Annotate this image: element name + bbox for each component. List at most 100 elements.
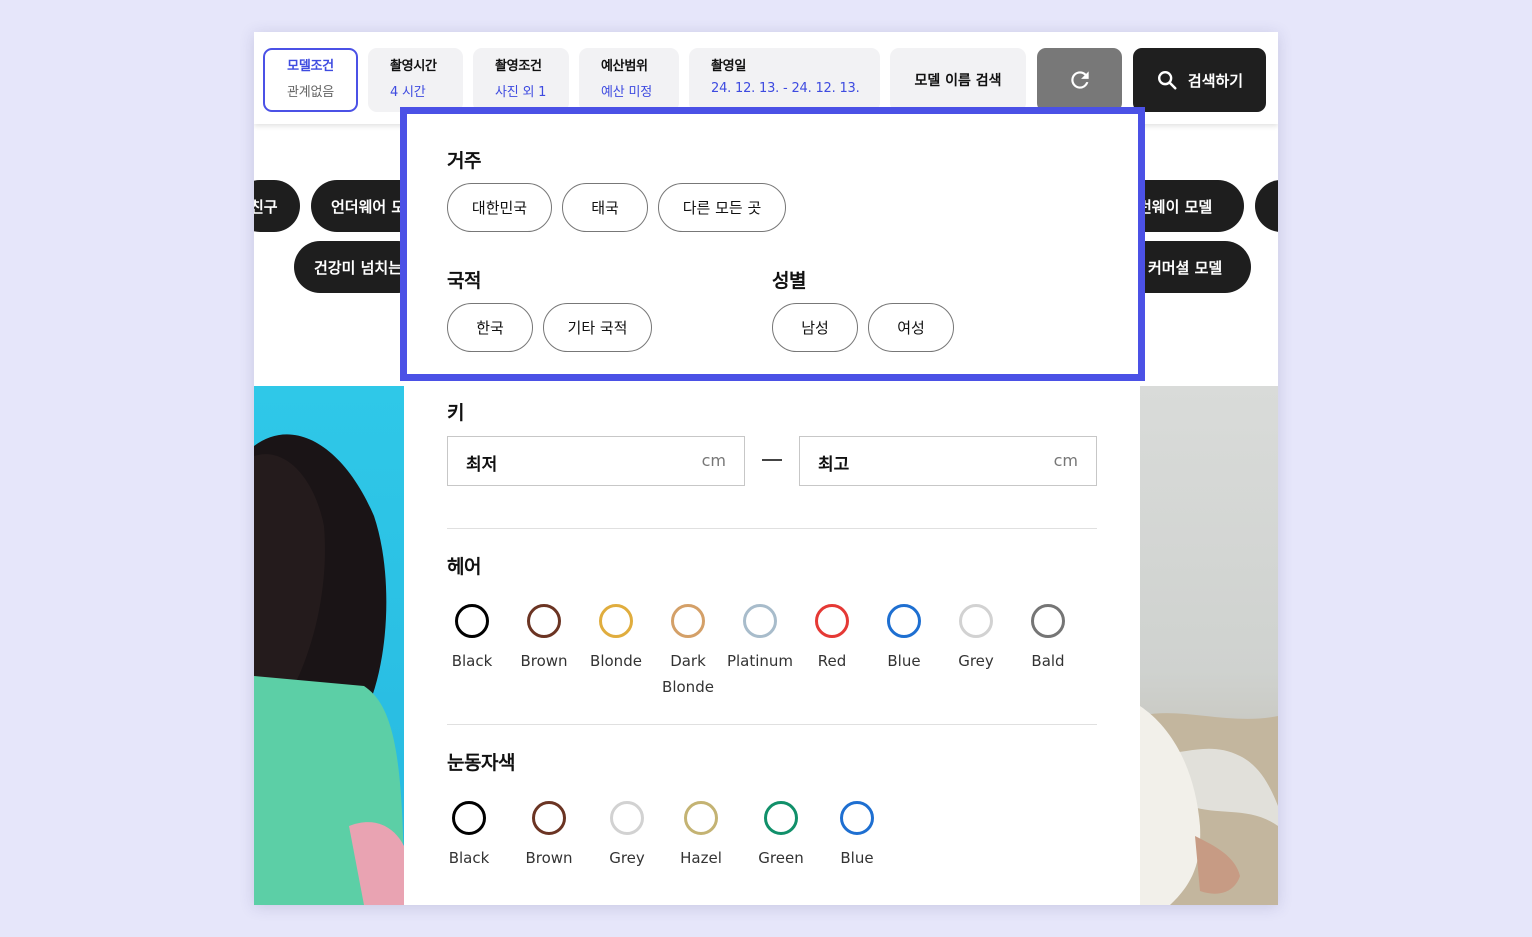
app-frame: 모델조건 관계없음 촬영시간 4 시간 촬영조건 사진 외 1 예산범위 예산 … [254,32,1278,905]
filter-chip-shoot-date[interactable]: 촬영일 24. 12. 13. - 24. 12. 13. [689,48,880,112]
color-swatch-platinum[interactable]: Platinum [720,604,800,674]
option-korea-residence[interactable]: 대한민국 [447,183,552,232]
pill-label: 언더웨어 모 [331,197,406,216]
chip-value: 예산 미정 [601,85,652,100]
color-ring [959,604,993,638]
color-swatch-blue[interactable]: Blue [817,801,897,871]
category-pill[interactable] [1255,180,1278,232]
color-ring [764,801,798,835]
option-korean[interactable]: 한국 [447,303,533,352]
color-name: Dark Blonde [662,652,714,696]
model-photo[interactable] [1140,386,1278,905]
option-thailand[interactable]: 태국 [562,183,648,232]
color-name: Blonde [590,652,642,670]
color-ring [599,604,633,638]
color-swatch-bald[interactable]: Bald [1008,604,1088,674]
nationality-title: 국적 [447,270,481,292]
range-dash [762,459,782,461]
color-ring [527,604,561,638]
color-name: Blue [887,652,921,670]
color-name: Grey [958,652,994,670]
color-swatch-black[interactable]: Black [432,604,512,674]
model-condition-panel: 거주 대한민국 태국 다른 모든 곳 국적 한국 기타 국적 성별 남성 여성 … [404,108,1140,905]
color-ring [452,801,486,835]
color-name: Black [448,849,490,867]
color-name: Brown [520,652,568,670]
residence-title: 거주 [447,150,481,172]
category-pill[interactable]: 친구 [254,180,300,232]
color-ring [1031,604,1065,638]
color-swatch-red[interactable]: Red [792,604,872,674]
model-photo[interactable] [254,386,404,905]
chip-label: 예산범위 [601,59,648,74]
pill-label: 런웨이 모델 [1138,197,1213,216]
model-photo-illustration [254,434,404,905]
color-swatch-black[interactable]: Black [429,801,509,871]
color-ring [532,801,566,835]
chip-label: 모델조건 [287,59,334,74]
color-swatch-blonde[interactable]: Blonde [576,604,656,674]
color-swatch-grey[interactable]: Grey [936,604,1016,674]
height-min-unit: cm [701,451,726,470]
hair-title: 헤어 [447,556,481,578]
model-name-search[interactable]: 모델 이름 검색 [890,48,1026,112]
chip-label: 촬영조건 [495,59,542,74]
chip-label: 촬영시간 [390,59,437,74]
color-ring [610,801,644,835]
color-name: Grey [609,849,645,867]
color-ring [815,604,849,638]
chip-label: 촬영일 [711,59,746,74]
color-ring [743,604,777,638]
option-elsewhere[interactable]: 다른 모든 곳 [658,183,786,232]
section-divider [447,528,1097,529]
color-ring [684,801,718,835]
color-name: Green [758,849,804,867]
height-max-placeholder: 최고 [818,455,850,475]
color-swatch-grey[interactable]: Grey [587,801,667,871]
search-button[interactable]: 검색하기 [1133,48,1266,112]
chip-value: 24. 12. 13. - 24. 12. 13. [711,81,860,96]
color-name: Hazel [680,849,722,867]
height-min-field[interactable]: 최저 cm [447,436,745,486]
gender-title: 성별 [772,270,806,292]
filter-chip-shoot-time[interactable]: 촬영시간 4 시간 [368,48,463,112]
chip-value: 관계없음 [286,85,335,100]
color-name: Black [451,652,493,670]
filter-chip-model-condition[interactable]: 모델조건 관계없음 [263,48,358,112]
color-swatch-brown[interactable]: Brown [504,604,584,674]
color-name: Bald [1031,652,1065,670]
filter-chip-budget[interactable]: 예산범위 예산 미정 [579,48,679,112]
pill-label: 건강미 넘치는 [314,258,403,277]
color-name: Platinum [726,652,794,670]
height-min-placeholder: 최저 [466,455,498,475]
color-swatch-brown[interactable]: Brown [509,801,589,871]
color-swatch-hazel[interactable]: Hazel [661,801,741,871]
search-icon [1157,71,1177,90]
option-male[interactable]: 남성 [772,303,858,352]
refresh-icon [1070,71,1089,89]
reset-button[interactable] [1037,48,1122,112]
color-name: Blue [840,849,874,867]
height-max-field[interactable]: 최고 cm [799,436,1097,486]
color-name: Red [817,652,847,670]
color-name: Brown [525,849,573,867]
eye-title: 눈동자색 [447,752,515,774]
filter-chip-shoot-condition[interactable]: 촬영조건 사진 외 1 [473,48,569,112]
height-max-unit: cm [1053,451,1078,470]
chip-value: 사진 외 1 [495,85,547,100]
search-button-label: 검색하기 [1187,71,1244,90]
option-other-nationality[interactable]: 기타 국적 [543,303,652,352]
height-title: 키 [447,402,464,424]
color-swatch-blue[interactable]: Blue [864,604,944,674]
color-swatch-green[interactable]: Green [741,801,821,871]
color-ring [671,604,705,638]
chip-value: 4 시간 [390,85,426,100]
color-swatch-dark-blonde[interactable]: Dark Blonde [648,604,728,700]
option-female[interactable]: 여성 [868,303,954,352]
pill-label: 커머셜 모델 [1148,258,1223,277]
model-photo-illustration [1140,706,1278,905]
color-ring [887,604,921,638]
pill-label: 친구 [254,197,278,216]
color-ring [840,801,874,835]
color-ring [455,604,489,638]
